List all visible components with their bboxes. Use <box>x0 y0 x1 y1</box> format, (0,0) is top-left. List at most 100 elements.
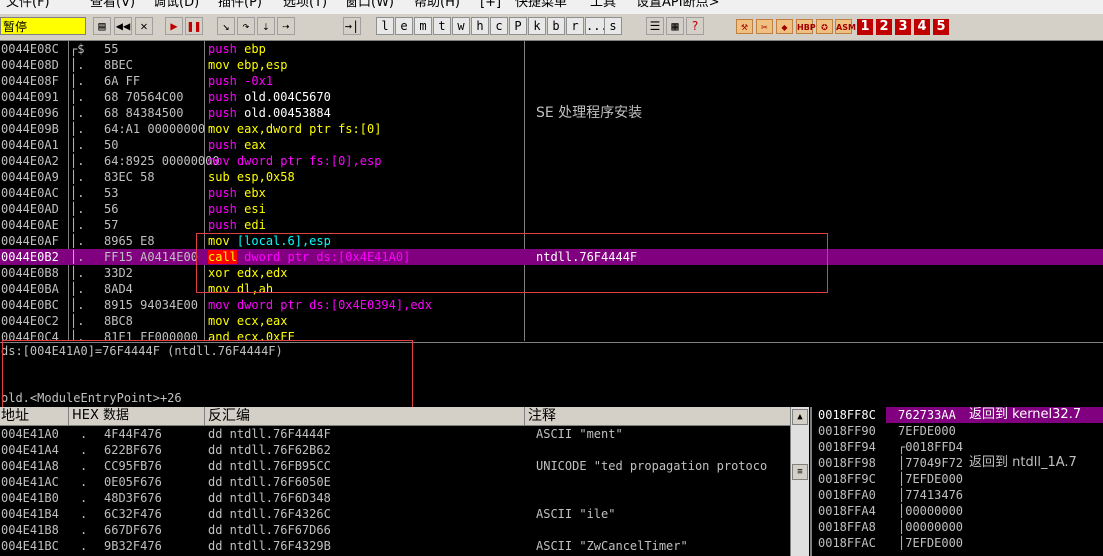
disassembly-pane[interactable]: 0044E08C ┌$ 55 push ebp 0044E08D │. 8BEC mov eb… <box>0 41 1103 341</box>
step-into-icon[interactable]: ↘ <box>217 17 235 35</box>
disasm-row[interactable]: 0044E0A1 │. 50 push eax <box>0 137 1103 153</box>
disasm-row[interactable]: 0044E096 │. 68 84384500 push old.00453884 SE… <box>0 105 1103 121</box>
disasm-marker: │. <box>70 106 85 120</box>
disasm-operands: ebp,esp <box>236 58 288 72</box>
stack-pane[interactable]: 0018FF8C 762733AA 返回到 kernel32.7 0018FF90 7E… <box>810 407 1103 556</box>
scissors-icon[interactable]: ✂ <box>756 19 773 34</box>
dump-marker: . <box>80 475 88 489</box>
scroll-up-icon[interactable]: ▲ <box>792 409 808 425</box>
disasm-row[interactable]: 0044E091 │. 68 70564C00 push old.004C5670 <box>0 89 1103 105</box>
stack-row[interactable]: 0018FF9C │7EFDE000 <box>812 471 1103 487</box>
menu-item[interactable]: 插件(P) <box>218 0 262 9</box>
toolbar-window-10[interactable]: r <box>566 17 584 35</box>
disasm-row[interactable]: 0044E08D │. 8BEC mov ebp,esp <box>0 57 1103 73</box>
dump-row[interactable]: 004E41A0. 4F44F476 dd ntdll.76F4444F ASCII … <box>0 426 790 442</box>
toolbar-window-0[interactable]: l <box>376 17 394 35</box>
rewind-icon[interactable]: ◀◀ <box>114 17 132 35</box>
stack-row[interactable]: 0018FFA4 │00000000 <box>812 503 1103 519</box>
list-icon[interactable]: ☰ <box>646 17 664 35</box>
stack-row[interactable]: 0018FFAC │7EFDE000 <box>812 535 1103 551</box>
disasm-row[interactable]: 0044E0AD │. 56 push esi <box>0 201 1103 217</box>
dump-row[interactable]: 004E41AC. 0E05F676 dd ntdll.76F6050E <box>0 474 790 490</box>
hbp-icon[interactable]: HBP <box>796 19 816 34</box>
toolbar-window-5[interactable]: h <box>471 17 489 35</box>
toolbar-window-6[interactable]: c <box>490 17 508 35</box>
dump-row[interactable]: 004E41B4. 6C32F476 dd ntdll.76F4326C ASCII … <box>0 506 790 522</box>
dump-header-disasm[interactable]: 反汇编 <box>208 407 250 425</box>
menu-item[interactable]: 设置API断点> <box>636 0 719 9</box>
disasm-row[interactable]: 0044E0A2 │. 64:8925 00000000 mov dword ptr … <box>0 153 1103 169</box>
dump-header-comment[interactable]: 注释 <box>528 407 556 425</box>
dump-scrollbar[interactable]: ▲ ≡ <box>790 407 809 556</box>
disasm-row[interactable]: 0044E0AE │. 57 push edi <box>0 217 1103 233</box>
breakpoint-icon[interactable]: ◆ <box>776 19 793 34</box>
dump-header-address[interactable]: 地址 <box>1 407 29 425</box>
dump-row[interactable]: 004E41A4. 622BF676 dd ntdll.76F62B62 <box>0 442 790 458</box>
gear-icon[interactable]: ✪ <box>816 19 833 34</box>
menu-item[interactable]: [+] <box>480 0 501 9</box>
toolbar-number-4[interactable]: 4 <box>914 19 930 35</box>
dump-row[interactable]: 004E41B8. 667DF676 dd ntdll.76F67D66 <box>0 522 790 538</box>
trace-into-icon[interactable]: ⇣ <box>257 17 275 35</box>
close-icon[interactable]: ✕ <box>135 17 153 35</box>
step-over-icon[interactable]: ↷ <box>237 17 255 35</box>
menu-item[interactable]: 查看(V) <box>90 0 135 9</box>
trace-over-icon[interactable]: ⇢ <box>277 17 295 35</box>
disasm-hex: 68 70564C00 <box>104 90 184 104</box>
menu-item[interactable]: 帮助(H) <box>414 0 460 9</box>
stack-value: │77413476 <box>898 488 964 502</box>
disasm-row[interactable]: 0044E0AC │. 53 push ebx <box>0 185 1103 201</box>
disasm-marker: │. <box>70 154 85 168</box>
dump-header-hex[interactable]: HEX 数据 <box>72 407 129 425</box>
stack-row[interactable]: 0018FF98 │77049F72 返回到 ntdll_1A.7 <box>812 455 1103 471</box>
toolbar-number-1[interactable]: 1 <box>857 19 873 35</box>
disasm-address: 0044E0B8 <box>1 266 59 280</box>
dump-row[interactable]: 004E41B0. 48D3F676 dd ntdll.76F6D348 <box>0 490 790 506</box>
disasm-row[interactable]: 0044E0C2 │. 8BC8 mov ecx,eax <box>0 313 1103 329</box>
stack-row[interactable]: 0018FF8C 762733AA 返回到 kernel32.7 <box>812 407 1103 423</box>
menu-item[interactable]: 工具 <box>590 0 616 9</box>
disasm-row[interactable]: 0044E08F │. 6A FF push -0x1 <box>0 73 1103 89</box>
scroll-thumb[interactable]: ≡ <box>792 464 808 480</box>
pause-icon[interactable]: ❚❚ <box>185 17 203 35</box>
toolbar-window-2[interactable]: m <box>414 17 432 35</box>
stack-row[interactable]: 0018FF94 ┌0018FFD4 <box>812 439 1103 455</box>
menu-item[interactable]: 文件(F) <box>6 0 50 9</box>
stack-row[interactable]: 0018FFA0 │77413476 <box>812 487 1103 503</box>
dump-row[interactable]: 004E41A8. CC95FB76 dd ntdll.76FB95CC UNICOD… <box>0 458 790 474</box>
toolbar-window-7[interactable]: P <box>509 17 527 35</box>
execute-till-return-icon[interactable]: →| <box>343 17 361 35</box>
disasm-row[interactable]: 0044E0A9 │. 83EC 58 sub esp,0x58 <box>0 169 1103 185</box>
window-icon[interactable]: ▦ <box>666 17 684 35</box>
dump-marker: . <box>80 491 88 505</box>
dump-row[interactable]: 004E41BC. 9B32F476 dd ntdll.76F4329B ASCII … <box>0 538 790 554</box>
toolbar-window-1[interactable]: e <box>395 17 413 35</box>
toolbar-window-3[interactable]: t <box>433 17 451 35</box>
disasm-row[interactable]: 0044E09B │. 64:A1 00000000 mov eax,dword pt… <box>0 121 1103 137</box>
menu-item[interactable]: 选项(T) <box>283 0 327 9</box>
toolbar-number-5[interactable]: 5 <box>933 19 949 35</box>
toolbar-number-3[interactable]: 3 <box>895 19 911 35</box>
help-icon[interactable]: ? <box>686 17 704 35</box>
menu-item[interactable]: 快捷菜单 <box>515 0 567 9</box>
stack-row[interactable]: 0018FF90 7EFDE000 <box>812 423 1103 439</box>
dump-marker: . <box>80 427 88 441</box>
hammer-icon[interactable]: ⚒ <box>736 19 753 34</box>
disasm-instruction: mov ebp,esp <box>208 57 288 73</box>
asm-icon[interactable]: ASM <box>835 19 856 34</box>
disasm-row[interactable]: 0044E0BC │. 8915 94034E00 mov dword ptr ds:… <box>0 297 1103 313</box>
toolbar-window-4[interactable]: w <box>452 17 470 35</box>
folder-icon[interactable]: ▤ <box>93 17 111 35</box>
toolbar-number-2[interactable]: 2 <box>876 19 892 35</box>
disasm-marker: │. <box>70 90 85 104</box>
menu-item[interactable]: 调试(D) <box>153 0 199 9</box>
run-icon[interactable]: ▶ <box>165 17 183 35</box>
toolbar-window-12[interactable]: s <box>604 17 622 35</box>
disasm-row[interactable]: 0044E08C ┌$ 55 push ebp <box>0 41 1103 57</box>
dump-pane[interactable]: 004E41A0. 4F44F476 dd ntdll.76F4444F ASCII … <box>0 426 790 556</box>
toolbar-window-8[interactable]: k <box>528 17 546 35</box>
menu-item[interactable]: 窗口(W) <box>345 0 394 9</box>
toolbar-window-9[interactable]: b <box>547 17 565 35</box>
stack-row[interactable]: 0018FFA8 │00000000 <box>812 519 1103 535</box>
disasm-operands: esi <box>244 202 266 216</box>
